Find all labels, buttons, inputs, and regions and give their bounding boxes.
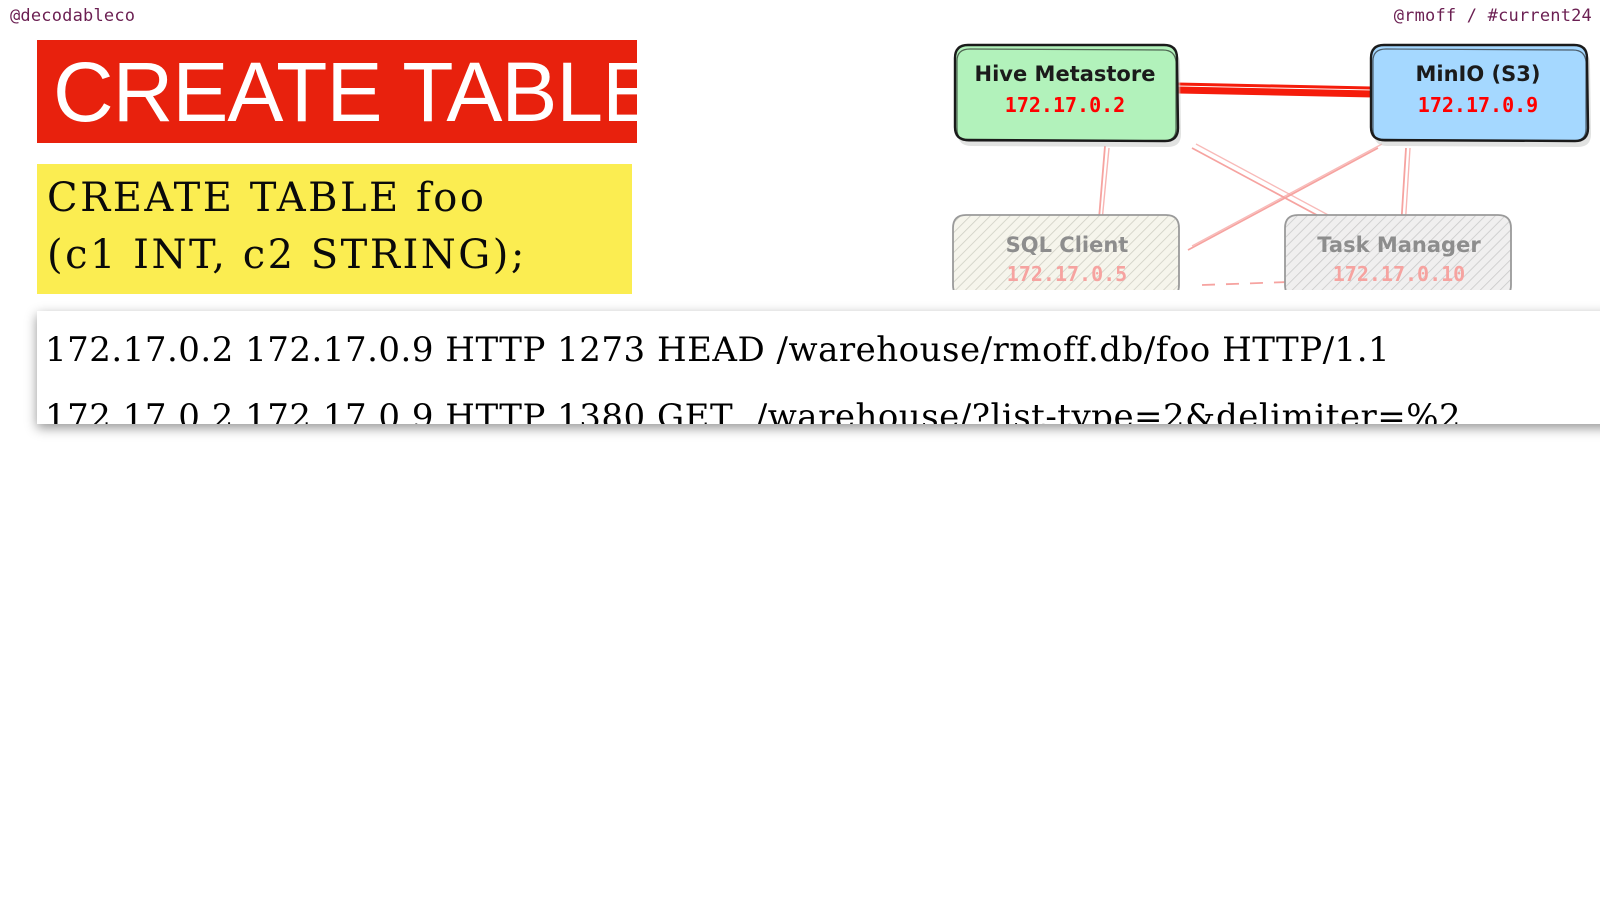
network-log-panel: 172.17.0.2 172.17.0.9 HTTP 1273 HEAD /wa… [37,311,1600,424]
header-handle-left: @decodableco [10,6,136,26]
diagram-node-ip: 172.17.0.2 [1005,93,1125,117]
diagram-node-ip: 172.17.0.9 [1418,93,1538,117]
diagram-node-label: Task Manager [1317,233,1481,257]
page-title: CREATE TABLE [53,44,658,139]
sql-code-block: CREATE TABLE foo (c1 INT, c2 STRING); [37,164,632,294]
header-handle-right: @rmoff / #current24 [1393,6,1592,26]
log-line: 172.17.0.2 172.17.0.9 HTTP 1380 GET /war… [45,397,1462,424]
diagram-node-task-manager[interactable]: Task Manager 172.17.0.10 [1284,214,1512,290]
diagram-edge-hive-to-minio [1176,82,1374,98]
architecture-diagram: Hive Metastore 172.17.0.2 MinIO (S3) 172… [930,28,1600,290]
diagram-node-ip: 172.17.0.10 [1333,262,1465,286]
diagram-node-label: Hive Metastore [975,62,1156,86]
diagram-node-label: SQL Client [1006,233,1129,257]
sql-code-line: CREATE TABLE foo [47,175,487,221]
slide-title-banner: CREATE TABLE [37,40,658,143]
sql-code-line: (c1 INT, c2 STRING); [47,232,527,278]
diagram-node-hive-metastore[interactable]: Hive Metastore 172.17.0.2 [953,43,1181,147]
diagram-node-minio-s3[interactable]: MinIO (S3) 172.17.0.9 [1369,43,1591,147]
log-line: 172.17.0.2 172.17.0.9 HTTP 1273 HEAD /wa… [45,330,1391,370]
diagram-node-label: MinIO (S3) [1416,62,1541,86]
diagram-node-ip: 172.17.0.5 [1007,262,1127,286]
diagram-node-sql-client[interactable]: SQL Client 172.17.0.5 [952,214,1180,290]
